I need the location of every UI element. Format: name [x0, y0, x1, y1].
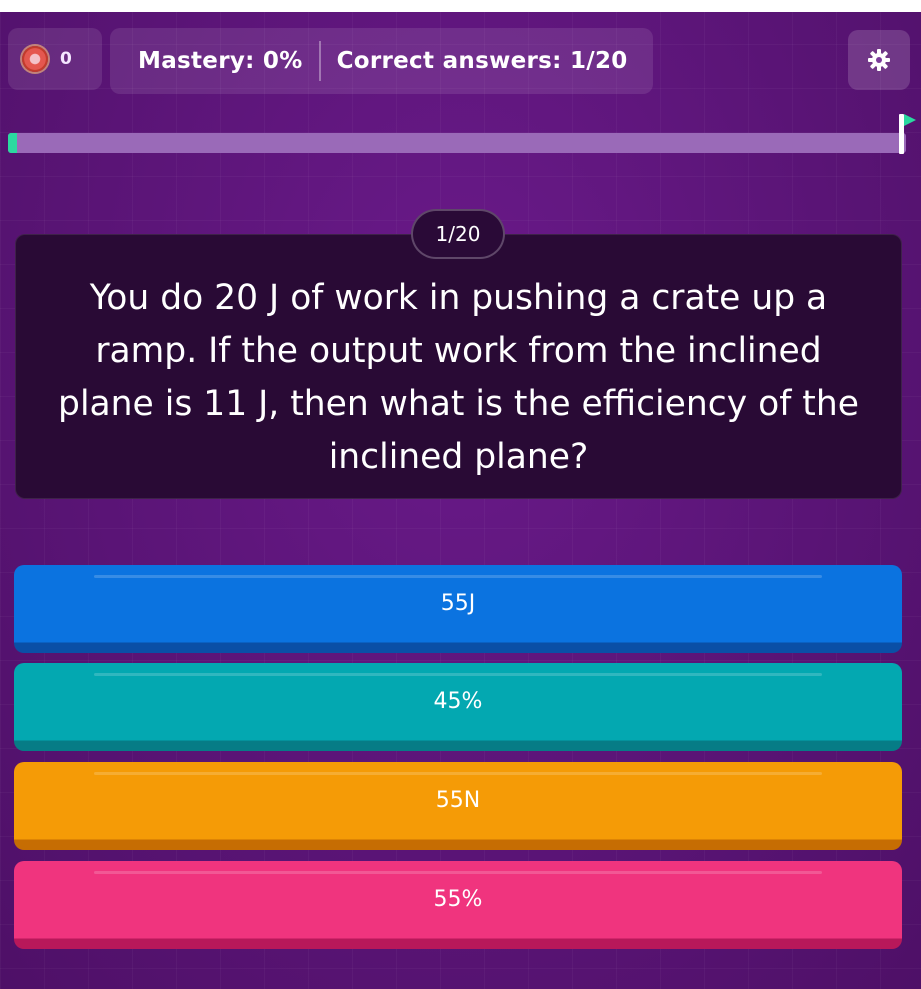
gear-icon	[868, 49, 890, 71]
answer-option-b[interactable]: 45%	[14, 663, 902, 751]
progress-bar	[8, 133, 906, 153]
answer-option-a[interactable]: 55J	[14, 565, 902, 653]
answer-option-label: 45%	[433, 689, 483, 714]
streak-count: 0	[60, 49, 72, 69]
answer-option-label: 55J	[440, 591, 476, 616]
streak-icon	[22, 46, 48, 72]
mastery-label: Mastery: 0%	[138, 48, 303, 74]
streak-indicator: 0	[8, 28, 102, 90]
question-text: You do 20 J of work in pushing a crate u…	[58, 277, 859, 477]
answer-option-c[interactable]: 55N	[14, 762, 902, 850]
stats-divider	[318, 41, 321, 81]
question-counter: 1/20	[411, 209, 505, 259]
settings-button[interactable]	[848, 30, 910, 90]
progress-fill	[8, 133, 17, 153]
question-card: You do 20 J of work in pushing a crate u…	[15, 234, 902, 499]
correct-answers-label: Correct answers: 1/20	[336, 48, 628, 74]
flag-icon	[899, 114, 916, 154]
top-band	[0, 0, 921, 12]
answer-option-label: 55%	[433, 887, 483, 912]
answer-option-d[interactable]: 55%	[14, 861, 902, 949]
stats-panel: Mastery: 0% Correct answers: 1/20	[110, 28, 653, 94]
answer-option-label: 55N	[435, 788, 481, 813]
